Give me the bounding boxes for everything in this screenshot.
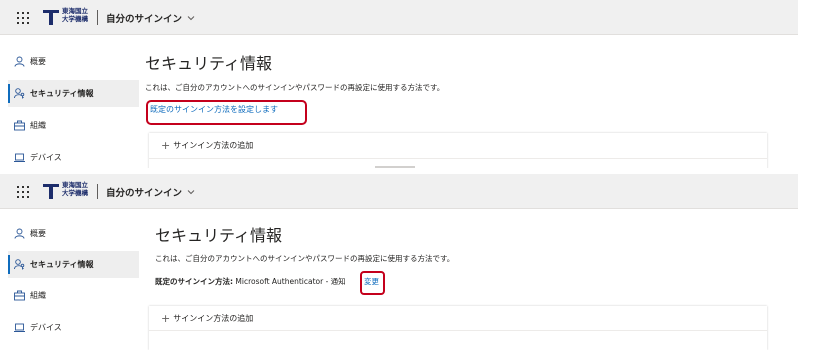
organization-name: 東海国立 大学機構 <box>62 181 88 197</box>
app-title[interactable]: 自分のサインイン <box>106 11 182 25</box>
add-sign-in-method-button[interactable]: + サインイン方法の追加 <box>161 312 253 325</box>
laptop-icon <box>14 153 25 162</box>
person-icon <box>14 56 25 67</box>
sidebar-item-label: セキュリティ情報 <box>30 260 94 269</box>
title-divider <box>97 184 98 199</box>
add-sign-in-method-button[interactable]: + サインイン方法の追加 <box>161 139 253 152</box>
app-title[interactable]: 自分のサインイン <box>106 185 182 199</box>
sidebar-item-label: 組織 <box>30 291 46 300</box>
page-description: これは、ご自分のアカウントへのサインインやパスワードの再設定に使用する方法です。 <box>145 83 445 92</box>
sidebar-item-security-info[interactable]: セキュリティ情報 <box>8 251 139 278</box>
default-method-value: Microsoft Authenticator - 通知 <box>235 277 346 286</box>
sidebar-item-label: 概要 <box>30 229 46 238</box>
laptop-icon <box>14 323 25 332</box>
screenshot-panel-after: 東海国立 大学機構 自分のサインイン 概要 セキュリティ情報 組織 デバイス セ… <box>0 174 798 350</box>
sidebar-item-label: デバイス <box>30 323 62 332</box>
person-key-icon <box>14 259 25 270</box>
top-bar: 東海国立 大学機構 自分のサインイン <box>0 174 798 209</box>
sidebar-item-overview[interactable]: 概要 <box>8 48 139 75</box>
briefcase-icon <box>14 120 25 131</box>
organization-logo-icon <box>43 10 59 25</box>
page-title: セキュリティ情報 <box>145 54 273 73</box>
chevron-down-icon[interactable] <box>187 188 195 196</box>
sidebar-item-devices[interactable]: デバイス <box>8 144 139 168</box>
page-description: これは、ご自分のアカウントへのサインインやパスワードの再設定に使用する方法です。 <box>155 254 455 263</box>
title-divider <box>97 10 98 25</box>
sign-in-methods-card: + サインイン方法の追加 <box>149 133 767 168</box>
sidebar-item-label: セキュリティ情報 <box>30 89 94 98</box>
screenshot-panel-before: 東海国立 大学機構 自分のサインイン 概要 セキュリティ情報 組織 デバイス セ… <box>0 0 798 168</box>
sidebar-item-security-info[interactable]: セキュリティ情報 <box>8 80 139 107</box>
app-launcher-icon[interactable] <box>17 186 29 198</box>
sidebar-item-organization[interactable]: 組織 <box>8 282 139 309</box>
sign-in-methods-card: + サインイン方法の追加 <box>149 306 767 350</box>
briefcase-icon <box>14 290 25 301</box>
card-divider <box>149 158 767 159</box>
list-edge <box>375 166 415 168</box>
sidebar-item-label: デバイス <box>30 153 62 162</box>
organization-logo-icon <box>43 184 59 199</box>
page-title: セキュリティ情報 <box>155 226 283 245</box>
person-icon <box>14 228 25 239</box>
default-method-label: 既定のサインイン方法: <box>155 277 233 286</box>
highlight-annotation <box>360 271 385 295</box>
plus-icon: + <box>161 312 171 325</box>
sidebar-item-label: 組織 <box>30 121 46 130</box>
highlight-annotation <box>146 100 307 125</box>
sidebar-item-label: 概要 <box>30 57 46 66</box>
sidebar-item-devices[interactable]: デバイス <box>8 314 139 341</box>
organization-name: 東海国立 大学機構 <box>62 7 88 23</box>
chevron-down-icon[interactable] <box>187 14 195 22</box>
sidebar-item-organization[interactable]: 組織 <box>8 112 139 139</box>
card-divider <box>149 330 767 331</box>
app-launcher-icon[interactable] <box>17 12 29 24</box>
sidebar-item-overview[interactable]: 概要 <box>8 220 139 247</box>
plus-icon: + <box>161 139 171 152</box>
person-key-icon <box>14 88 25 99</box>
default-sign-in-method: 既定のサインイン方法: Microsoft Authenticator - 通知 <box>155 276 346 287</box>
top-bar: 東海国立 大学機構 自分のサインイン <box>0 0 798 35</box>
